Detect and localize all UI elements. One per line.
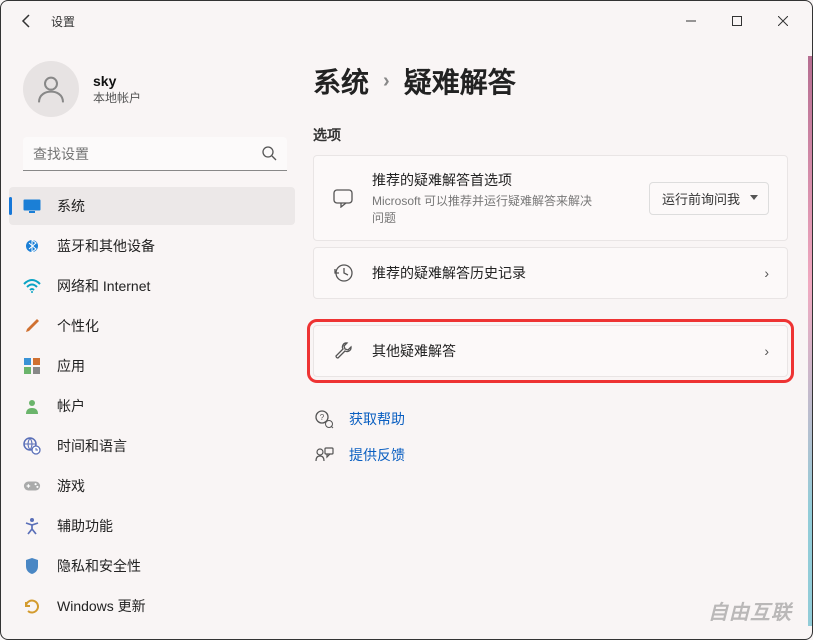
sidebar-item-label: 游戏 bbox=[57, 476, 85, 496]
globe-clock-icon bbox=[23, 437, 41, 455]
card-troubleshoot-history[interactable]: 推荐的疑难解答历史记录 › bbox=[313, 247, 788, 299]
breadcrumb: 系统 › 疑难解答 bbox=[313, 61, 788, 101]
sidebar-item-accessibility[interactable]: 辅助功能 bbox=[9, 507, 295, 545]
sidebar-item-label: 系统 bbox=[57, 196, 85, 216]
help-icon: ? bbox=[313, 409, 335, 429]
sidebar-item-bluetooth[interactable]: 蓝牙和其他设备 bbox=[9, 227, 295, 265]
monitor-icon bbox=[23, 197, 41, 215]
sidebar-item-label: 隐私和安全性 bbox=[57, 556, 141, 576]
sidebar-item-label: 帐户 bbox=[57, 396, 85, 416]
sidebar-item-system[interactable]: 系统 bbox=[9, 187, 295, 225]
brush-icon bbox=[23, 317, 41, 335]
sidebar-item-label: 网络和 Internet bbox=[57, 276, 150, 296]
update-icon bbox=[23, 597, 41, 615]
chat-icon bbox=[332, 187, 354, 209]
search-input[interactable] bbox=[23, 137, 287, 171]
close-icon bbox=[778, 16, 788, 26]
sidebar-item-privacy[interactable]: 隐私和安全性 bbox=[9, 547, 295, 585]
card-subtitle: Microsoft 可以推荐并运行疑难解答来解决问题 bbox=[372, 192, 602, 226]
card-other-troubleshooters[interactable]: 其他疑难解答 › bbox=[313, 325, 788, 377]
sidebar-item-apps[interactable]: 应用 bbox=[9, 347, 295, 385]
card-troubleshoot-preference[interactable]: 推荐的疑难解答首选项 Microsoft 可以推荐并运行疑难解答来解决问题 运行… bbox=[313, 155, 788, 241]
back-button[interactable] bbox=[7, 1, 47, 41]
sidebar: sky 本地帐户 系统 蓝牙和其他设备 网络和 Internet bbox=[1, 41, 301, 639]
watermark: 自由互联 bbox=[708, 596, 792, 625]
content: 系统 › 疑难解答 选项 推荐的疑难解答首选项 Microsoft 可以推荐并运… bbox=[301, 41, 812, 639]
person-icon bbox=[23, 397, 41, 415]
user-profile[interactable]: sky 本地帐户 bbox=[9, 51, 301, 137]
maximize-icon bbox=[732, 16, 742, 26]
section-label-options: 选项 bbox=[313, 125, 788, 145]
breadcrumb-current: 疑难解答 bbox=[404, 61, 516, 101]
apps-icon bbox=[23, 357, 41, 375]
person-icon bbox=[35, 73, 67, 105]
shield-icon bbox=[23, 557, 41, 575]
get-help-link[interactable]: ? 获取帮助 bbox=[313, 401, 788, 437]
sidebar-item-update[interactable]: Windows 更新 bbox=[9, 587, 295, 625]
user-name: sky bbox=[93, 73, 141, 89]
sidebar-item-personalization[interactable]: 个性化 bbox=[9, 307, 295, 345]
feedback-link[interactable]: 提供反馈 bbox=[313, 437, 788, 473]
chevron-right-icon: › bbox=[764, 343, 769, 359]
help-link-text: 获取帮助 bbox=[349, 409, 405, 429]
search-box[interactable] bbox=[23, 137, 287, 171]
breadcrumb-root[interactable]: 系统 bbox=[313, 61, 369, 101]
avatar bbox=[23, 61, 79, 117]
accessibility-icon bbox=[23, 517, 41, 535]
maximize-button[interactable] bbox=[714, 5, 760, 37]
sidebar-item-label: Windows 更新 bbox=[57, 596, 146, 616]
sidebar-item-network[interactable]: 网络和 Internet bbox=[9, 267, 295, 305]
wrench-icon bbox=[332, 340, 354, 362]
sidebar-item-label: 蓝牙和其他设备 bbox=[57, 236, 155, 256]
sidebar-item-gaming[interactable]: 游戏 bbox=[9, 467, 295, 505]
sidebar-item-label: 个性化 bbox=[57, 316, 99, 336]
minimize-button[interactable] bbox=[668, 5, 714, 37]
decorative-edge bbox=[808, 56, 812, 626]
chevron-right-icon: › bbox=[383, 70, 390, 93]
titlebar: 设置 bbox=[1, 1, 812, 41]
sidebar-item-time-language[interactable]: 时间和语言 bbox=[9, 427, 295, 465]
chevron-right-icon: › bbox=[764, 265, 769, 281]
minimize-icon bbox=[686, 16, 696, 26]
close-button[interactable] bbox=[760, 5, 806, 37]
bluetooth-icon bbox=[23, 237, 41, 255]
dropdown-value: 运行前询问我 bbox=[662, 192, 740, 207]
search-icon bbox=[261, 145, 277, 166]
sidebar-item-label: 时间和语言 bbox=[57, 436, 127, 456]
account-type: 本地帐户 bbox=[93, 89, 141, 106]
help-links: ? 获取帮助 提供反馈 bbox=[313, 401, 788, 473]
preference-dropdown[interactable]: 运行前询问我 bbox=[649, 182, 769, 215]
gamepad-icon bbox=[23, 477, 41, 495]
feedback-icon bbox=[313, 445, 335, 465]
card-title: 推荐的疑难解答历史记录 bbox=[372, 263, 754, 283]
svg-text:?: ? bbox=[320, 413, 325, 422]
window-title: 设置 bbox=[51, 13, 75, 30]
sidebar-item-label: 辅助功能 bbox=[57, 516, 113, 536]
nav: 系统 蓝牙和其他设备 网络和 Internet 个性化 应用 帐户 bbox=[9, 187, 301, 625]
feedback-link-text: 提供反馈 bbox=[349, 445, 405, 465]
card-title: 推荐的疑难解答首选项 bbox=[372, 170, 639, 190]
history-icon bbox=[332, 262, 354, 284]
wifi-icon bbox=[23, 277, 41, 295]
sidebar-item-label: 应用 bbox=[57, 356, 85, 376]
card-title: 其他疑难解答 bbox=[372, 341, 754, 361]
sidebar-item-accounts[interactable]: 帐户 bbox=[9, 387, 295, 425]
arrow-left-icon bbox=[19, 13, 35, 29]
